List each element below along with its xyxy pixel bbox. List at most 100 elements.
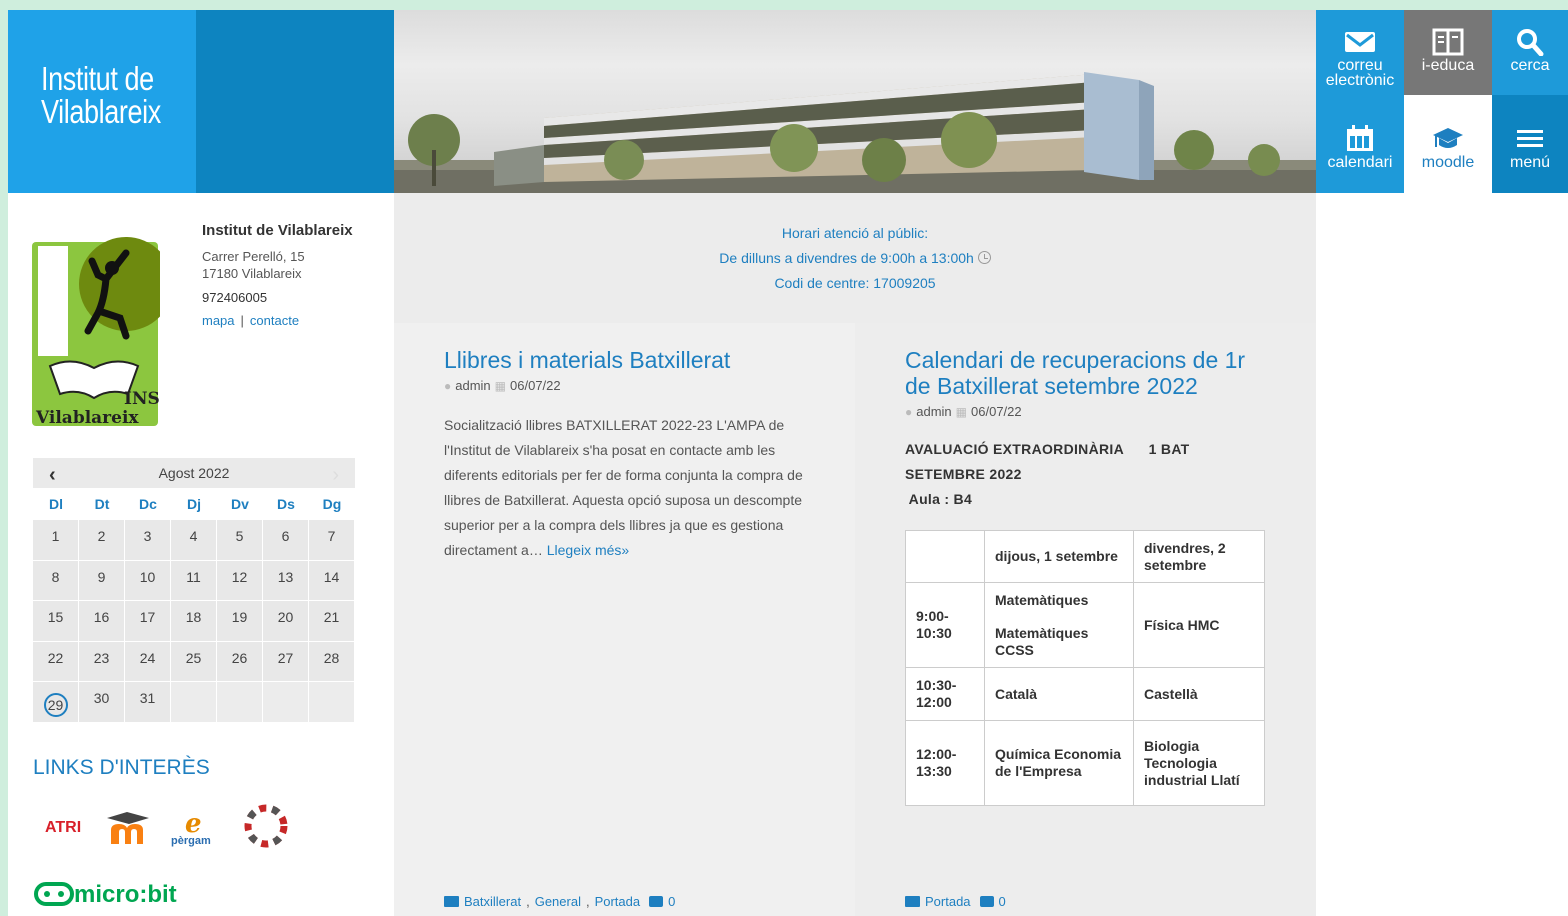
logo-text-vilablareix: Vilablareix xyxy=(35,408,139,426)
table-time: 9:00-10:30 xyxy=(905,582,985,668)
user-icon: ● xyxy=(905,404,913,419)
weekday-label: Dg xyxy=(309,488,355,520)
calendar-day[interactable]: 5 xyxy=(217,520,263,561)
calendar-day[interactable]: 30 xyxy=(79,682,125,723)
calendar-day-today[interactable]: 29 xyxy=(33,682,79,723)
envelope-icon xyxy=(1345,32,1375,52)
search-icon xyxy=(1517,29,1544,56)
calendar-day[interactable]: 28 xyxy=(309,641,355,682)
post-footer: Portada 0 xyxy=(905,894,1006,909)
book-open-icon xyxy=(1432,28,1464,56)
read-more-link[interactable]: Llegeix més» xyxy=(547,542,630,558)
calendar-day[interactable]: 9 xyxy=(79,560,125,601)
comment-icon xyxy=(649,896,664,907)
post-title[interactable]: Llibres i materials Batxillerat xyxy=(444,347,806,373)
contact-link[interactable]: contacte xyxy=(250,313,299,328)
ieduca-tile[interactable]: i-educa xyxy=(1404,10,1492,95)
calendar-day[interactable]: 20 xyxy=(263,601,309,642)
post-date: 06/07/22 xyxy=(971,404,1022,419)
post-excerpt: Socialització llibres BATXILLERAT 2022-2… xyxy=(444,417,803,558)
calendar-day[interactable]: 8 xyxy=(33,560,79,601)
calendar-widget: ‹ Agost 2022 › Dl Dt Dc Dj Dv Ds Dg 1 2 … xyxy=(33,458,355,723)
calendar-day[interactable]: 31 xyxy=(125,682,171,723)
calendari-tile[interactable]: calendari xyxy=(1316,95,1404,193)
calendar-day[interactable]: 21 xyxy=(309,601,355,642)
logo-text-ins: INS xyxy=(124,389,160,409)
calendar-day[interactable]: 13 xyxy=(263,560,309,601)
weekday-label: Dv xyxy=(217,488,263,520)
post-author[interactable]: admin xyxy=(455,378,490,393)
calendar-month-label: Agost 2022 xyxy=(158,465,230,481)
post-footer: Batxillerat, General, Portada 0 xyxy=(444,894,675,909)
calendar-day[interactable]: 12 xyxy=(217,560,263,601)
comment-count[interactable]: 0 xyxy=(999,894,1006,909)
calendar-day[interactable]: 3 xyxy=(125,520,171,561)
hours-text: De dilluns a divendres de 9:00h a 13:00h xyxy=(394,246,1316,271)
calendar-day[interactable]: 10 xyxy=(125,560,171,601)
calendar-day[interactable]: 15 xyxy=(33,601,79,642)
school-logo[interactable]: INS Vilablareix xyxy=(32,226,173,428)
calendar-day[interactable]: 4 xyxy=(171,520,217,561)
post-meta: ● admin ▦ 06/07/22 xyxy=(444,378,806,393)
moodle-tile[interactable]: moodle xyxy=(1404,95,1492,193)
hours-title: Horari atenció al públic: xyxy=(781,225,929,241)
calendar-day[interactable]: 7 xyxy=(309,520,355,561)
site-title[interactable]: Institut de Vilablareix xyxy=(41,62,161,128)
post-author[interactable]: admin xyxy=(916,404,951,419)
folder-icon xyxy=(905,896,920,907)
calendar-day[interactable]: 25 xyxy=(171,641,217,682)
atri-logo[interactable]: ATRI xyxy=(45,819,81,836)
calendar-day[interactable]: 17 xyxy=(125,601,171,642)
calendar-day[interactable]: 6 xyxy=(263,520,309,561)
search-tile[interactable]: cerca xyxy=(1492,10,1568,95)
calendar-day[interactable]: 18 xyxy=(171,601,217,642)
site-title-block[interactable]: Institut de Vilablareix xyxy=(8,10,196,193)
map-link[interactable]: mapa xyxy=(202,313,235,328)
table-cell: Català xyxy=(984,667,1134,721)
school-building-illustration xyxy=(394,72,1316,193)
spinner-logo[interactable] xyxy=(244,804,288,848)
moodle-logo[interactable] xyxy=(107,812,149,844)
category-link[interactable]: Batxillerat xyxy=(464,894,521,909)
correu-electronic-tile[interactable]: correu electrònic xyxy=(1316,10,1404,95)
exam-schedule-table: dijous, 1 setembre divendres, 2 setembre… xyxy=(905,530,1265,806)
weekday-label: Dl xyxy=(33,488,79,520)
calendar-day[interactable]: 23 xyxy=(79,641,125,682)
calendar-day[interactable]: 11 xyxy=(171,560,217,601)
header-strip xyxy=(196,10,394,193)
table-cell: Biologia Tecnologia industrial Llatí xyxy=(1133,720,1265,806)
microbit-logo[interactable]: micro:bit xyxy=(34,878,184,915)
post-date: 06/07/22 xyxy=(510,378,561,393)
calendar-day-empty xyxy=(309,682,355,723)
clock-icon xyxy=(977,251,991,264)
post-meta: ● admin ▦ 06/07/22 xyxy=(905,404,1265,419)
calendar-day[interactable]: 1 xyxy=(33,520,79,561)
links-title: LINKS D'INTERÈS xyxy=(33,756,210,779)
table-header: dijous, 1 setembre xyxy=(984,530,1134,583)
calendar-day[interactable]: 24 xyxy=(125,641,171,682)
calendar-day-empty xyxy=(263,682,309,723)
calendar-day-empty xyxy=(217,682,263,723)
calendar-grid: Dl Dt Dc Dj Dv Ds Dg 1 2 3 4 5 6 7 8 9 1… xyxy=(33,488,355,723)
post-title[interactable]: Calendari de recuperacions de 1r de Batx… xyxy=(905,347,1265,399)
menu-tile[interactable]: menú xyxy=(1492,95,1568,193)
header-banner-image xyxy=(394,10,1316,193)
calendar-day[interactable]: 2 xyxy=(79,520,125,561)
pergam-logo[interactable]: e pèrgam xyxy=(171,809,211,847)
table-cell: Física HMC xyxy=(1133,582,1265,668)
calendar-day[interactable]: 26 xyxy=(217,641,263,682)
calendar-day[interactable]: 19 xyxy=(217,601,263,642)
category-link[interactable]: Portada xyxy=(595,894,641,909)
calendar-icon: ▦ xyxy=(494,378,507,393)
category-link[interactable]: General xyxy=(535,894,581,909)
address-line-1: Carrer Perelló, 15 xyxy=(202,249,305,264)
calendar-next-button[interactable]: › xyxy=(332,464,339,487)
calendar-day[interactable]: 14 xyxy=(309,560,355,601)
calendar-day[interactable]: 22 xyxy=(33,641,79,682)
calendar-day[interactable]: 27 xyxy=(263,641,309,682)
calendar-day[interactable]: 16 xyxy=(79,601,125,642)
category-link[interactable]: Portada xyxy=(925,894,971,909)
comment-count[interactable]: 0 xyxy=(668,894,675,909)
calendar-icon xyxy=(1347,125,1373,151)
info-panel: Horari atenció al públic: De dilluns a d… xyxy=(394,193,1316,323)
